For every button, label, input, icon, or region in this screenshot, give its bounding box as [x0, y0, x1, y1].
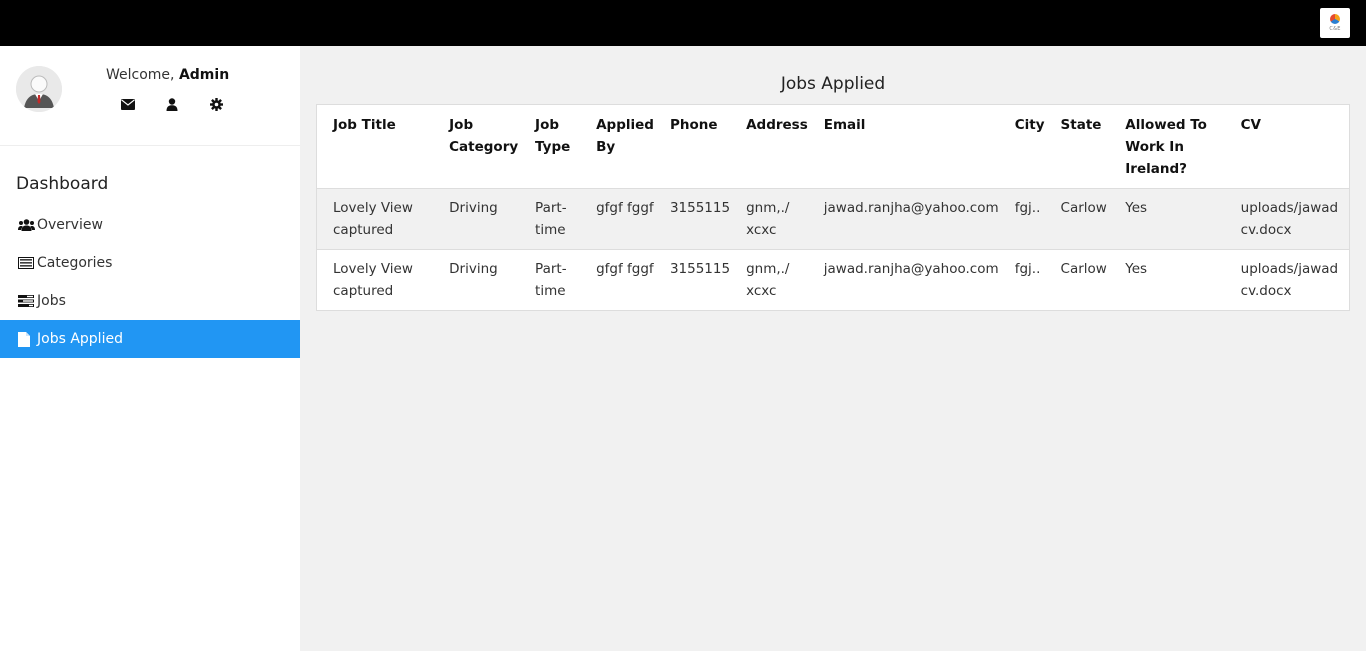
profile-actions — [120, 96, 224, 112]
file-icon — [18, 331, 35, 347]
profile-panel: Welcome, Admin — [0, 46, 300, 146]
column-header: Address — [746, 117, 808, 133]
column-header: Allowed To Work In Ireland? — [1125, 117, 1207, 177]
sidebar-item-jobs[interactable]: Jobs — [0, 282, 300, 320]
table-cell: gfgf fggf — [588, 188, 662, 250]
sidebar-item-categories[interactable]: Categories — [0, 244, 300, 282]
column-header: State — [1060, 117, 1102, 133]
table-header-row: Job Title Job Category Job Type Applied … — [317, 105, 1349, 189]
top-bar: C&E — [0, 0, 1366, 46]
table-cell: fgj.. — [1006, 249, 1053, 310]
welcome-prefix: Welcome, — [106, 67, 179, 83]
sidebar: Welcome, Admin Dashboard Overview Catego… — [0, 46, 300, 651]
table-cell: Lovely View captured — [317, 249, 442, 310]
table-row[interactable]: Lovely View captured Driving Part-time g… — [317, 188, 1349, 250]
sidebar-item-label: Jobs Applied — [37, 331, 123, 347]
table-cell: Carlow — [1052, 188, 1118, 250]
table-cell: Carlow — [1052, 249, 1118, 310]
column-header: Applied By — [596, 117, 654, 155]
column-header: Job Category — [449, 117, 519, 155]
table-cell: uploads/jawadcv.docx — [1232, 188, 1349, 250]
envelope-icon[interactable] — [120, 96, 136, 112]
column-header: CV — [1240, 117, 1261, 133]
logo[interactable]: C&E — [1320, 8, 1350, 38]
table-cell: jawad.ranjha@yahoo.com — [815, 249, 1007, 310]
table-cell: 3155115 — [661, 188, 739, 250]
column-header: Job Title — [333, 117, 396, 133]
list-icon — [18, 256, 35, 270]
gear-icon[interactable] — [208, 96, 224, 112]
table-cell: Part-time — [527, 249, 589, 310]
table-cell: Yes — [1117, 249, 1233, 310]
logo-mark-icon — [1330, 14, 1340, 24]
table-cell: fgj.. — [1006, 188, 1053, 250]
users-icon — [18, 218, 35, 232]
user-icon[interactable] — [164, 96, 180, 112]
table-cell: 3155115 — [661, 249, 739, 310]
table-cell: gnm,./ xcxc — [738, 188, 816, 250]
sidebar-item-overview[interactable]: Overview — [0, 206, 300, 244]
table-row[interactable]: Lovely View captured Driving Part-time g… — [317, 249, 1349, 310]
column-header: Job Type — [535, 117, 571, 155]
jobs-applied-table: Job Title Job Category Job Type Applied … — [316, 104, 1350, 311]
table-cell: Part-time — [527, 188, 589, 250]
table-cell: Yes — [1117, 188, 1233, 250]
sidebar-item-label: Overview — [37, 217, 103, 233]
sidebar-item-jobs-applied[interactable]: Jobs Applied — [0, 320, 300, 358]
table-cell: Driving — [441, 249, 528, 310]
sidebar-item-label: Categories — [37, 255, 113, 271]
user-name: Admin — [178, 67, 230, 83]
page-title: Jobs Applied — [780, 74, 886, 94]
table-cell: Driving — [441, 188, 528, 250]
avatar — [16, 66, 62, 112]
table-cell: gnm,./ xcxc — [738, 249, 816, 310]
column-header: City — [1014, 117, 1045, 133]
sidebar-nav: Overview Categories Jobs Jobs Applied — [0, 206, 300, 358]
column-header: Phone — [669, 117, 718, 133]
logo-text: C&E — [1329, 26, 1341, 32]
table-cell: uploads/jawadcv.docx — [1232, 249, 1349, 310]
table-cell: Lovely View captured — [317, 188, 442, 250]
main-content: Jobs Applied Job Title Job Category Job … — [300, 46, 1366, 651]
welcome-text: Welcome, Admin — [106, 67, 229, 83]
table-cell: jawad.ranjha@yahoo.com — [815, 188, 1007, 250]
tasks-icon — [18, 294, 35, 308]
sidebar-item-label: Jobs — [37, 293, 66, 309]
column-header: Email — [823, 117, 866, 133]
table-cell: gfgf fggf — [588, 249, 662, 310]
dashboard-heading: Dashboard — [16, 174, 109, 194]
